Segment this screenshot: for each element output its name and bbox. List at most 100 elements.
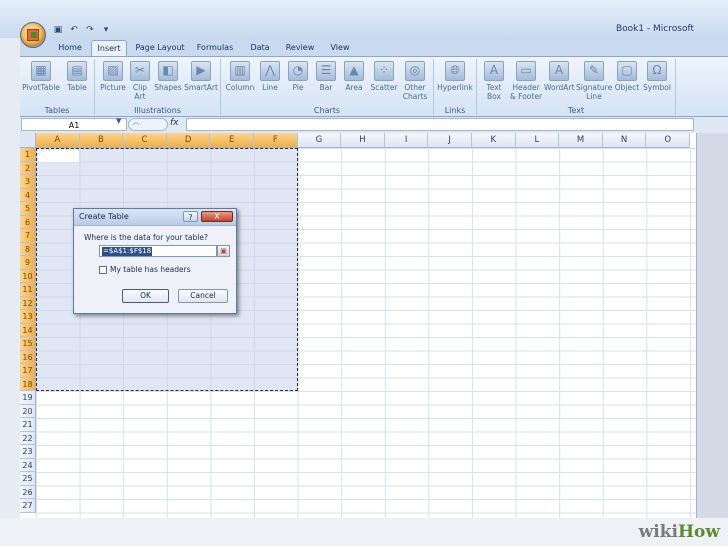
tab-page-layout[interactable]: Page Layout — [132, 40, 188, 56]
ribbon: ▦ PivotTable ▤ Table Tables ▨ Picture ✂ Clip… — [0, 56, 728, 117]
picture-button[interactable]: ▨ Picture — [99, 61, 127, 92]
pie-chart-button[interactable]: ◔ Pie — [285, 61, 311, 92]
undo-icon[interactable]: ↶ — [68, 25, 80, 35]
save-icon[interactable]: ▣ — [52, 25, 64, 35]
tab-home[interactable]: Home — [52, 40, 88, 56]
row-header-21[interactable]: 21 — [20, 418, 36, 432]
range-input[interactable]: =$A$1:$F$18 — [99, 245, 217, 257]
header-footer-button[interactable]: ▭ Header & Footer — [509, 61, 543, 101]
office-button[interactable] — [20, 22, 46, 48]
column-header-m[interactable]: M — [559, 133, 603, 148]
row-header-24[interactable]: 24 — [20, 458, 36, 472]
row-header-18[interactable]: 18 — [20, 377, 36, 391]
column-header-j[interactable]: J — [428, 133, 472, 148]
column-header-o[interactable]: O — [646, 133, 690, 148]
row-header-14[interactable]: 14 — [20, 323, 36, 337]
close-button[interactable]: X — [201, 211, 233, 222]
tab-review[interactable]: Review — [282, 40, 318, 56]
column-header-c[interactable]: C — [123, 133, 167, 148]
insert-function-icon[interactable]: fx — [170, 118, 179, 128]
dialog-title-bar[interactable]: Create Table ? X — [74, 209, 236, 226]
collapse-dialog-icon[interactable]: ▣ — [217, 245, 230, 257]
redo-icon[interactable]: ↷ — [84, 25, 96, 35]
column-header-n[interactable]: N — [602, 133, 647, 148]
pivottable-button[interactable]: ▦ PivotTable — [22, 61, 60, 92]
row-header-19[interactable]: 19 — [20, 391, 36, 405]
row-header-13[interactable]: 13 — [20, 310, 36, 324]
shapes-button[interactable]: ◧ Shapes — [153, 61, 183, 92]
column-header-f[interactable]: F — [254, 133, 298, 148]
headers-checkbox[interactable] — [99, 266, 107, 274]
row-header-7[interactable]: 7 — [20, 229, 36, 243]
text-box-icon: A — [484, 61, 504, 81]
formula-input[interactable] — [186, 118, 694, 131]
signature-line-button[interactable]: ✎ Signature Line — [576, 61, 612, 101]
help-button[interactable]: ? — [183, 211, 198, 222]
cancel-button[interactable]: Cancel — [178, 289, 228, 303]
table-button[interactable]: ▤ Table — [64, 61, 90, 92]
row-header-9[interactable]: 9 — [20, 256, 36, 270]
wordart-button[interactable]: A WordArt — [544, 61, 574, 92]
row-header-23[interactable]: 23 — [20, 445, 36, 459]
row-header-1[interactable]: 1 — [20, 148, 36, 162]
row-header-11[interactable]: 11 — [20, 283, 36, 297]
wordart-icon: A — [549, 61, 569, 81]
object-button[interactable]: ▢ Object — [614, 61, 640, 92]
tab-data[interactable]: Data — [244, 40, 276, 56]
scatter-chart-button[interactable]: ⁘ Scatter — [369, 61, 399, 92]
symbol-button[interactable]: Ω Symbol — [642, 61, 672, 92]
clip-art-button[interactable]: ✂ Clip Art — [129, 61, 151, 101]
area-chart-button[interactable]: ▲ Area — [341, 61, 367, 92]
headers-checkbox-label[interactable]: My table has headers — [110, 265, 191, 274]
row-header-20[interactable]: 20 — [20, 404, 36, 418]
row-header-22[interactable]: 22 — [20, 431, 36, 445]
select-all-corner[interactable] — [20, 133, 36, 148]
active-cell[interactable] — [38, 150, 79, 162]
name-box-dropdown-icon[interactable]: ▼ — [116, 117, 121, 125]
row-header-26[interactable]: 26 — [20, 485, 36, 499]
text-box-button[interactable]: A Text Box — [481, 61, 507, 101]
column-header-g[interactable]: G — [297, 133, 342, 148]
hyperlink-button[interactable]: 🌐︎ Hyperlink — [436, 61, 474, 92]
column-chart-button[interactable]: ▥ Column — [225, 61, 255, 92]
row-header-16[interactable]: 16 — [20, 350, 36, 364]
column-header-h[interactable]: H — [341, 133, 385, 148]
line-chart-icon: ⋀ — [260, 61, 280, 81]
group-links: 🌐︎ Hyperlink Links — [434, 59, 477, 115]
group-label-illustrations: Illustrations — [134, 106, 181, 115]
row-header-15[interactable]: 15 — [20, 337, 36, 351]
row-header-4[interactable]: 4 — [20, 188, 36, 202]
row-header-6[interactable]: 6 — [20, 215, 36, 229]
tab-view[interactable]: View — [324, 40, 356, 56]
column-header-e[interactable]: E — [210, 133, 254, 148]
smartart-button[interactable]: ▶ SmartArt — [184, 61, 218, 92]
group-label-charts: Charts — [313, 106, 341, 115]
tab-insert[interactable]: Insert — [91, 40, 127, 56]
column-header-i[interactable]: I — [384, 133, 429, 148]
column-header-d[interactable]: D — [166, 133, 211, 148]
worksheet-grid[interactable]: ABCDEFGHIJKLMNO 1 2 3 4 5 6 7 8 9 10 11 12 13 14 15 16 1… — [20, 133, 696, 518]
bar-chart-button[interactable]: ☰ Bar — [313, 61, 339, 92]
formula-controls[interactable]: ◠ — [128, 118, 168, 131]
row-header-2[interactable]: 2 — [20, 161, 36, 175]
column-header-a[interactable]: A — [36, 133, 80, 148]
column-chart-icon: ▥ — [230, 61, 250, 81]
pivottable-icon: ▦ — [31, 61, 51, 81]
column-header-l[interactable]: L — [515, 133, 560, 148]
other-charts-button[interactable]: ◎ Other Charts — [401, 61, 429, 101]
row-header-3[interactable]: 3 — [20, 175, 36, 189]
column-header-k[interactable]: K — [472, 133, 516, 148]
ok-button[interactable]: OK — [122, 289, 169, 303]
row-header-17[interactable]: 17 — [20, 364, 36, 378]
row-header-10[interactable]: 10 — [20, 269, 36, 283]
row-header-12[interactable]: 12 — [20, 296, 36, 310]
name-box[interactable]: A1 — [21, 118, 127, 131]
row-header-27[interactable]: 27 — [20, 499, 36, 513]
row-header-8[interactable]: 8 — [20, 242, 36, 256]
line-chart-button[interactable]: ⋀ Line — [257, 61, 283, 92]
tab-formulas[interactable]: Formulas — [193, 40, 237, 56]
column-header-b[interactable]: B — [79, 133, 124, 148]
row-header-5[interactable]: 5 — [20, 202, 36, 216]
customize-icon[interactable]: ▾ — [100, 25, 112, 35]
row-header-25[interactable]: 25 — [20, 472, 36, 486]
